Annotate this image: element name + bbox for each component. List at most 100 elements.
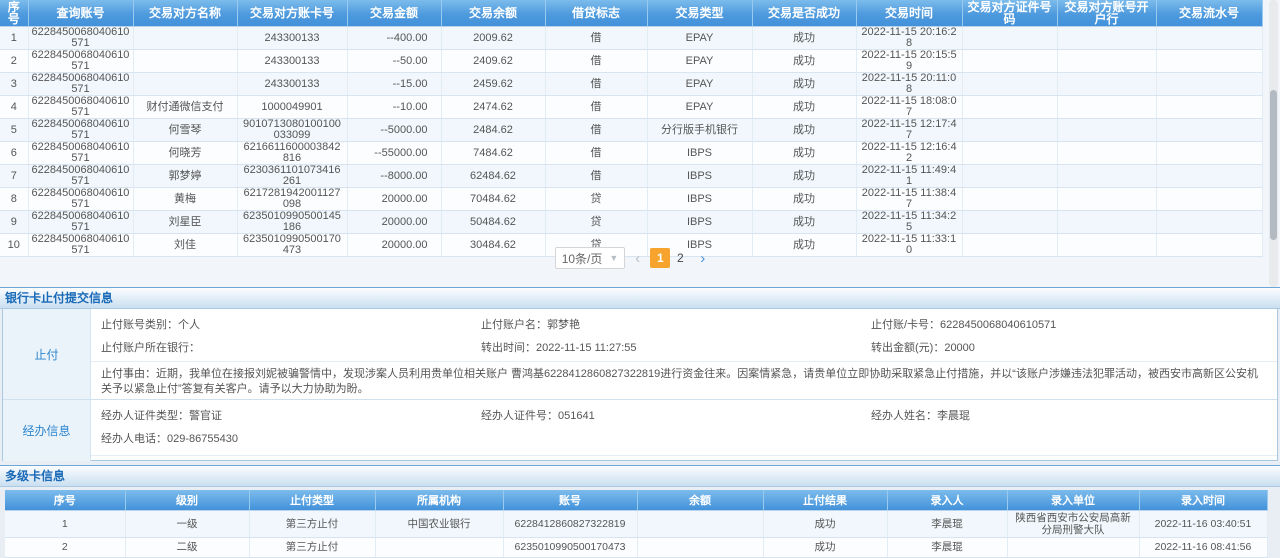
column-header: 级别	[125, 490, 249, 510]
cell: 2022-11-15 11:49:41	[856, 165, 962, 188]
cell: 9	[0, 211, 28, 234]
cell: 6228450068040610571	[28, 27, 133, 50]
cell: 借	[545, 50, 647, 73]
cell: 陕西省西安市公安局高新分局刑警大队	[1007, 510, 1139, 537]
cell: 1000049901	[237, 96, 347, 119]
column-header: 录入单位	[1007, 490, 1139, 510]
field: 止付账/卡号：6228450068040610571	[871, 316, 1277, 332]
cell: 6228412860827322819	[503, 510, 637, 537]
divider	[91, 455, 1277, 456]
field: 止付账户所在银行：	[101, 339, 481, 355]
cell: EPAY	[647, 50, 752, 73]
page-number-list: 12	[650, 248, 690, 268]
field-line: 止付账号类别：个人止付账户名：郭梦艳止付账/卡号：622845006804061…	[91, 309, 1277, 332]
group-content: 经办人证件类型：警官证经办人证件号：051641经办人姓名：李晨琨经办人电话：0…	[91, 400, 1277, 461]
scrollbar-thumb[interactable]	[1270, 90, 1277, 240]
cell: --5000.00	[347, 119, 441, 142]
cell: 成功	[763, 537, 887, 557]
cell	[133, 27, 237, 50]
prev-page-button[interactable]: ‹	[633, 250, 642, 267]
field: 止付账户名：郭梦艳	[481, 316, 871, 332]
cell: 贷	[545, 188, 647, 211]
cell: 一级	[125, 510, 249, 537]
cell: 借	[545, 96, 647, 119]
cell: 70484.62	[441, 188, 545, 211]
column-header: 交易类型	[647, 0, 752, 27]
table-row: 46228450068040610571财付通微信支付1000049901--1…	[0, 96, 1262, 119]
cell: IBPS	[647, 211, 752, 234]
cell: 成功	[752, 96, 856, 119]
cell: 中国农业银行	[375, 510, 503, 537]
multi-card-section-title: 多级卡信息	[0, 465, 1280, 487]
group-label: 经办信息	[3, 400, 91, 461]
column-header: 交易对方账卡号	[237, 0, 347, 27]
column-header: 交易对方账号开户行	[1057, 0, 1156, 27]
cell: 6228450068040610571	[28, 119, 133, 142]
cell	[962, 165, 1057, 188]
cell: 成功	[752, 142, 856, 165]
cell: 借	[545, 119, 647, 142]
cell	[1057, 165, 1156, 188]
cell	[1057, 119, 1156, 142]
group-label: 止付	[3, 309, 91, 399]
cell: 分行版手机银行	[647, 119, 752, 142]
cell: 20000.00	[347, 211, 441, 234]
page-size-label: 10条/页	[562, 250, 603, 267]
table-row: 56228450068040610571何雪琴90107130801001000…	[0, 119, 1262, 142]
cell	[962, 188, 1057, 211]
column-header: 交易对方名称	[133, 0, 237, 27]
cell: 6228450068040610571	[28, 96, 133, 119]
cell: EPAY	[647, 73, 752, 96]
page: { "colors": { "table_header_blue": "#429…	[0, 0, 1280, 552]
page-size-select[interactable]: 10条/页 ▼	[555, 247, 626, 269]
next-page-button[interactable]: ›	[698, 250, 707, 267]
cell: 7484.62	[441, 142, 545, 165]
cell	[133, 50, 237, 73]
transactions-panel: 序号查询账号交易对方名称交易对方账卡号交易金额交易余额借贷标志交易类型交易是否成…	[0, 0, 1280, 287]
cell: 2022-11-15 20:15:59	[856, 50, 962, 73]
cell	[1057, 73, 1156, 96]
cell: 2022-11-15 11:38:47	[856, 188, 962, 211]
cell: 成功	[752, 188, 856, 211]
cell: 3	[0, 73, 28, 96]
column-header: 账号	[503, 490, 637, 510]
column-header: 所属机构	[375, 490, 503, 510]
vertical-scrollbar[interactable]	[1269, 0, 1278, 287]
cell: 2484.62	[441, 119, 545, 142]
field-line: 经办人证件类型：警官证经办人证件号：051641经办人姓名：李晨琨	[91, 400, 1277, 423]
cell	[1057, 27, 1156, 50]
cell: 2022-11-16 08:41:56	[1139, 537, 1267, 557]
table-row: 2二级第三方止付6235010990500170473成功李晨琨2022-11-…	[5, 537, 1267, 557]
cell	[1156, 142, 1262, 165]
cell: 2	[0, 50, 28, 73]
cell	[375, 537, 503, 557]
column-header: 止付结果	[763, 490, 887, 510]
cell: EPAY	[647, 27, 752, 50]
cell: --15.00	[347, 73, 441, 96]
table-row: 86228450068040610571黄梅621728194200112709…	[0, 188, 1262, 211]
cell	[962, 50, 1057, 73]
cell	[1156, 165, 1262, 188]
cell	[962, 142, 1057, 165]
cell: 李晨琨	[887, 510, 1007, 537]
column-header: 交易对方证件号码	[962, 0, 1057, 27]
cell: 2409.62	[441, 50, 545, 73]
page-number-button[interactable]: 2	[670, 248, 690, 268]
column-header: 交易流水号	[1156, 0, 1262, 27]
cell: 6228450068040610571	[28, 142, 133, 165]
transactions-table: 序号查询账号交易对方名称交易对方账卡号交易金额交易余额借贷标志交易类型交易是否成…	[0, 0, 1263, 257]
cell	[1057, 142, 1156, 165]
cell: 6	[0, 142, 28, 165]
cell	[637, 537, 763, 557]
cell: 2	[5, 537, 125, 557]
cell: --8000.00	[347, 165, 441, 188]
cell: 黄梅	[133, 188, 237, 211]
page-number-button[interactable]: 1	[650, 248, 670, 268]
cell: IBPS	[647, 142, 752, 165]
cell	[1057, 188, 1156, 211]
info-group: 止付止付账号类别：个人止付账户名：郭梦艳止付账/卡号：6228450068040…	[3, 309, 1277, 399]
cell: --55000.00	[347, 142, 441, 165]
header-row: 序号查询账号交易对方名称交易对方账卡号交易金额交易余额借贷标志交易类型交易是否成…	[0, 0, 1262, 27]
cell: 成功	[763, 510, 887, 537]
pagination: 10条/页 ▼ ‹ 12 ›	[0, 247, 1262, 269]
